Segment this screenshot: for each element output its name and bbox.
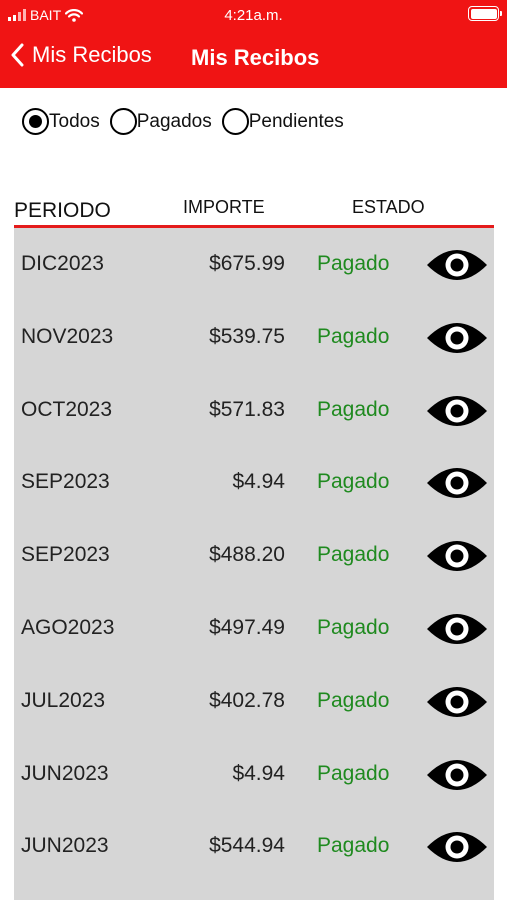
- receipt-importe: $544.94: [209, 834, 285, 858]
- receipt-estado: Pagado: [317, 324, 390, 348]
- receipt-importe: $675.99: [209, 252, 285, 275]
- receipt-importe: $497.49: [209, 615, 285, 639]
- eye-icon[interactable]: [426, 610, 488, 648]
- receipt-estado: Pagado: [317, 470, 390, 494]
- receipt-estado: Pagado: [317, 615, 390, 639]
- receipt-periodo: JUN2023: [21, 834, 109, 858]
- receipt-row[interactable]: JUN2023 $544.94 Pagado: [14, 810, 494, 883]
- app-header: BAIT 4:21a.m. Mis Recibos Mis Recibos: [0, 0, 507, 88]
- column-header-importe: IMPORTE: [183, 197, 265, 217]
- receipt-periodo: JUL2023: [21, 688, 106, 712]
- receipt-importe: $539.75: [209, 324, 285, 348]
- filter-todos[interactable]: Todos: [22, 108, 100, 135]
- receipt-periodo: SEP2023: [21, 543, 110, 567]
- eye-icon[interactable]: [426, 464, 488, 502]
- receipt-estado: Pagado: [317, 761, 390, 785]
- receipt-periodo: OCT2023: [21, 397, 113, 421]
- receipt-row[interactable]: DIC2023 $675.99 Pagado: [14, 228, 494, 301]
- eye-icon[interactable]: [426, 392, 488, 430]
- receipt-row[interactable]: OCT2023 $571.83 Pagado: [14, 374, 494, 447]
- back-label: Mis Recibos: [32, 42, 152, 67]
- filter-pagados-label: Pagados: [136, 110, 212, 132]
- eye-icon[interactable]: [426, 828, 488, 866]
- receipt-importe: $4.94: [232, 470, 285, 494]
- back-button[interactable]: Mis Recibos: [10, 42, 152, 68]
- column-header-periodo: PERIODO: [14, 199, 111, 222]
- receipt-periodo: AGO2023: [21, 615, 115, 639]
- battery-icon: [468, 6, 502, 21]
- receipts-list[interactable]: DIC2023 $675.99 Pagado NOV2023 $539.75 P…: [14, 228, 494, 900]
- receipt-row[interactable]: JUN2023 $4.94 Pagado: [14, 738, 494, 811]
- receipt-importe: $571.83: [209, 397, 285, 421]
- receipt-periodo: DIC2023: [21, 252, 104, 275]
- eye-icon[interactable]: [426, 319, 488, 357]
- receipt-row[interactable]: SEP2023 $4.94 Pagado: [14, 446, 494, 519]
- radio-pendientes[interactable]: [221, 108, 249, 135]
- receipt-periodo: NOV2023: [21, 324, 114, 348]
- page-title: Mis Recibos: [191, 45, 320, 70]
- receipt-periodo: JUN2023: [21, 761, 109, 785]
- filter-radio-group: Todos Pagados Pendientes: [22, 108, 354, 135]
- filter-todos-label: Todos: [49, 110, 100, 132]
- eye-icon[interactable]: [426, 537, 488, 575]
- receipt-importe: $4.94: [232, 761, 285, 785]
- receipt-estado: Pagado: [317, 252, 390, 275]
- radio-todos[interactable]: [22, 108, 49, 135]
- receipt-row[interactable]: AGO2023 $497.49 Pagado: [14, 592, 494, 665]
- eye-icon[interactable]: [426, 756, 488, 794]
- table-header: PERIODO IMPORTE ESTADO: [14, 196, 494, 226]
- receipt-estado: Pagado: [317, 688, 390, 712]
- eye-icon[interactable]: [426, 246, 488, 284]
- column-header-estado: ESTADO: [352, 197, 425, 217]
- receipt-importe: $402.78: [209, 688, 285, 712]
- receipt-row[interactable]: NOV2023 $539.75 Pagado: [14, 301, 494, 374]
- nav-bar: Mis Recibos Mis Recibos: [0, 36, 507, 82]
- receipt-estado: Pagado: [317, 543, 390, 567]
- status-bar: BAIT 4:21a.m.: [0, 0, 507, 32]
- radio-pagados[interactable]: [109, 108, 137, 135]
- receipt-row[interactable]: SEP2023 $488.20 Pagado: [14, 519, 494, 592]
- filter-pagados[interactable]: Pagados: [109, 108, 212, 135]
- eye-icon[interactable]: [426, 683, 488, 721]
- receipt-estado: Pagado: [317, 834, 390, 858]
- status-time: 4:21a.m.: [224, 7, 283, 24]
- receipt-importe: $488.20: [209, 543, 285, 567]
- receipt-estado: Pagado: [317, 397, 390, 421]
- receipt-row[interactable]: JUL2023 $402.78 Pagado: [14, 665, 494, 738]
- chevron-left-icon: [11, 43, 24, 67]
- filter-pendientes[interactable]: Pendientes: [221, 108, 344, 135]
- filter-pendientes-label: Pendientes: [248, 110, 344, 132]
- receipt-periodo: SEP2023: [21, 470, 110, 494]
